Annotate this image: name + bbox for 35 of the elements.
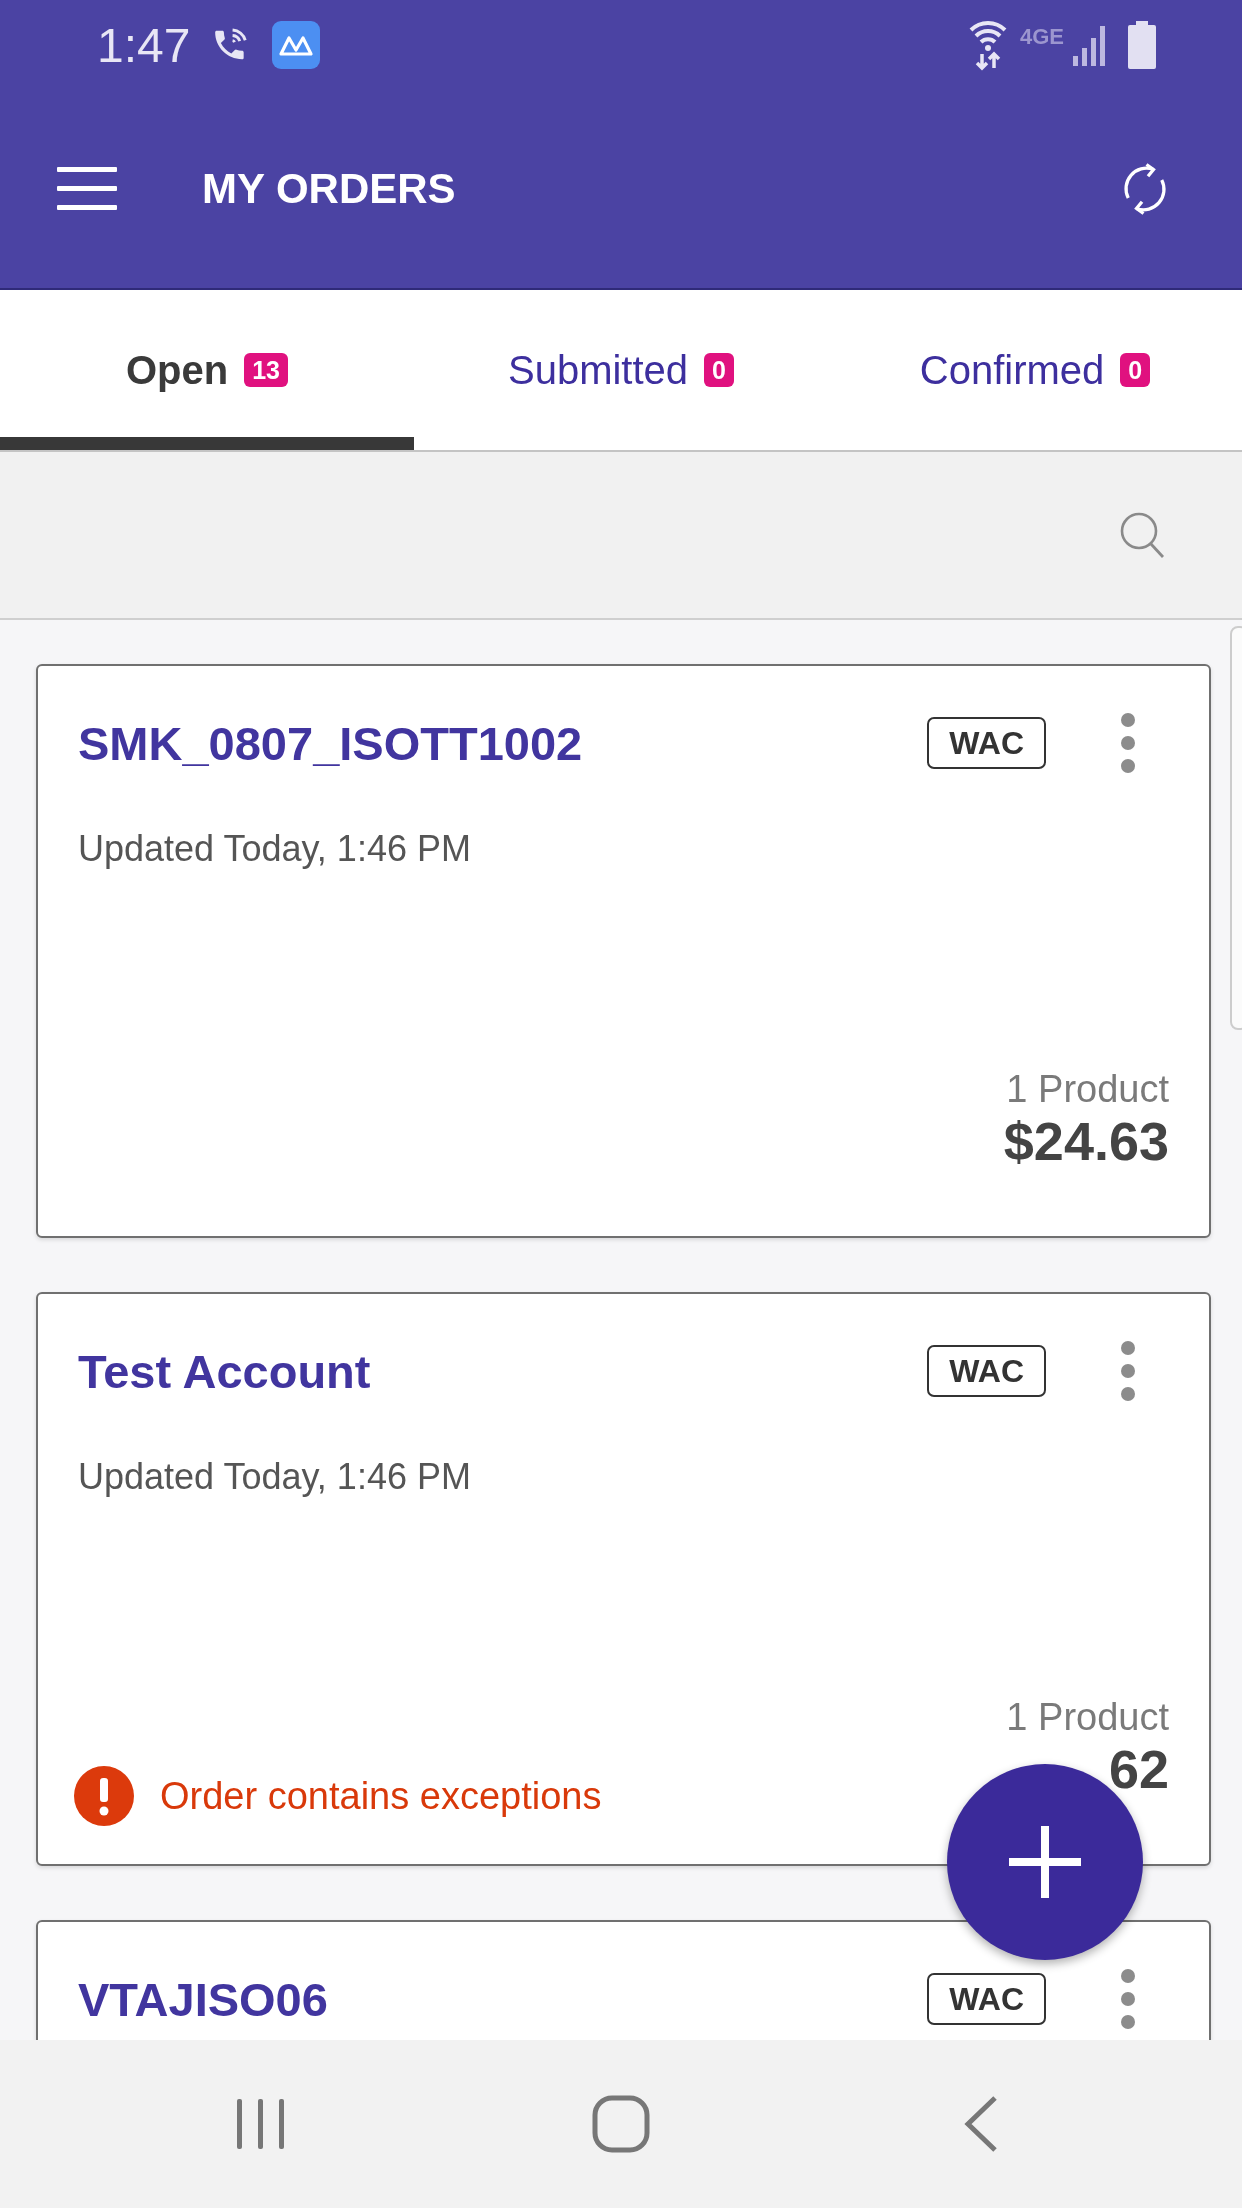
order-name: SMK_0807_ISOTT1002 [78, 715, 584, 771]
order-total: 62 [1108, 1742, 1169, 1796]
search-icon[interactable] [1119, 511, 1165, 559]
order-name: Test Account [78, 1343, 372, 1399]
back-icon[interactable] [963, 2095, 999, 2153]
count-badge: 0 [1120, 352, 1151, 388]
order-card[interactable]: Test Account WAC Updated Today, 1:46 PM Order contains exceptions 1 Product 62 [36, 1292, 1211, 1866]
price-type-badge: WAC [927, 716, 1046, 770]
wifi-icon [967, 19, 1008, 71]
order-card[interactable]: SMK_0807_ISOTT1002 WAC Updated Today, 1:46 PM 1 Product $24.63 [36, 664, 1211, 1238]
product-count: 1 Product [1006, 1066, 1169, 1112]
more-options-icon[interactable] [1120, 1968, 1136, 2030]
price-type-badge: WAC [927, 1344, 1046, 1398]
network-type: 4GE [1019, 24, 1064, 50]
count-badge: 13 [244, 352, 288, 388]
updated-time: Updated Today, 1:46 PM [78, 1456, 472, 1498]
product-count: 1 Product [1006, 1694, 1169, 1740]
app-icon [272, 21, 321, 69]
recents-icon[interactable] [235, 2097, 287, 2151]
order-card[interactable]: VTAJISO06 WAC [36, 1920, 1211, 2040]
price-type-badge: WAC [927, 1972, 1046, 2026]
exception-icon [74, 1766, 134, 1826]
home-icon[interactable] [592, 2095, 650, 2153]
order-total: $24.63 [1003, 1114, 1169, 1168]
updated-time: Updated Today, 1:46 PM [78, 828, 472, 870]
battery-icon [1128, 21, 1156, 69]
menu-icon[interactable] [57, 167, 117, 211]
more-options-icon[interactable] [1120, 1340, 1136, 1402]
page-title: MY ORDERS [202, 165, 456, 213]
order-name: VTAJISO06 [78, 1971, 329, 2027]
more-options-icon[interactable] [1120, 712, 1136, 774]
status-time: 1:47 [97, 17, 191, 73]
exception-message: Order contains exceptions [160, 1774, 602, 1818]
plus-icon [1007, 1824, 1083, 1900]
count-badge: 0 [704, 352, 734, 388]
